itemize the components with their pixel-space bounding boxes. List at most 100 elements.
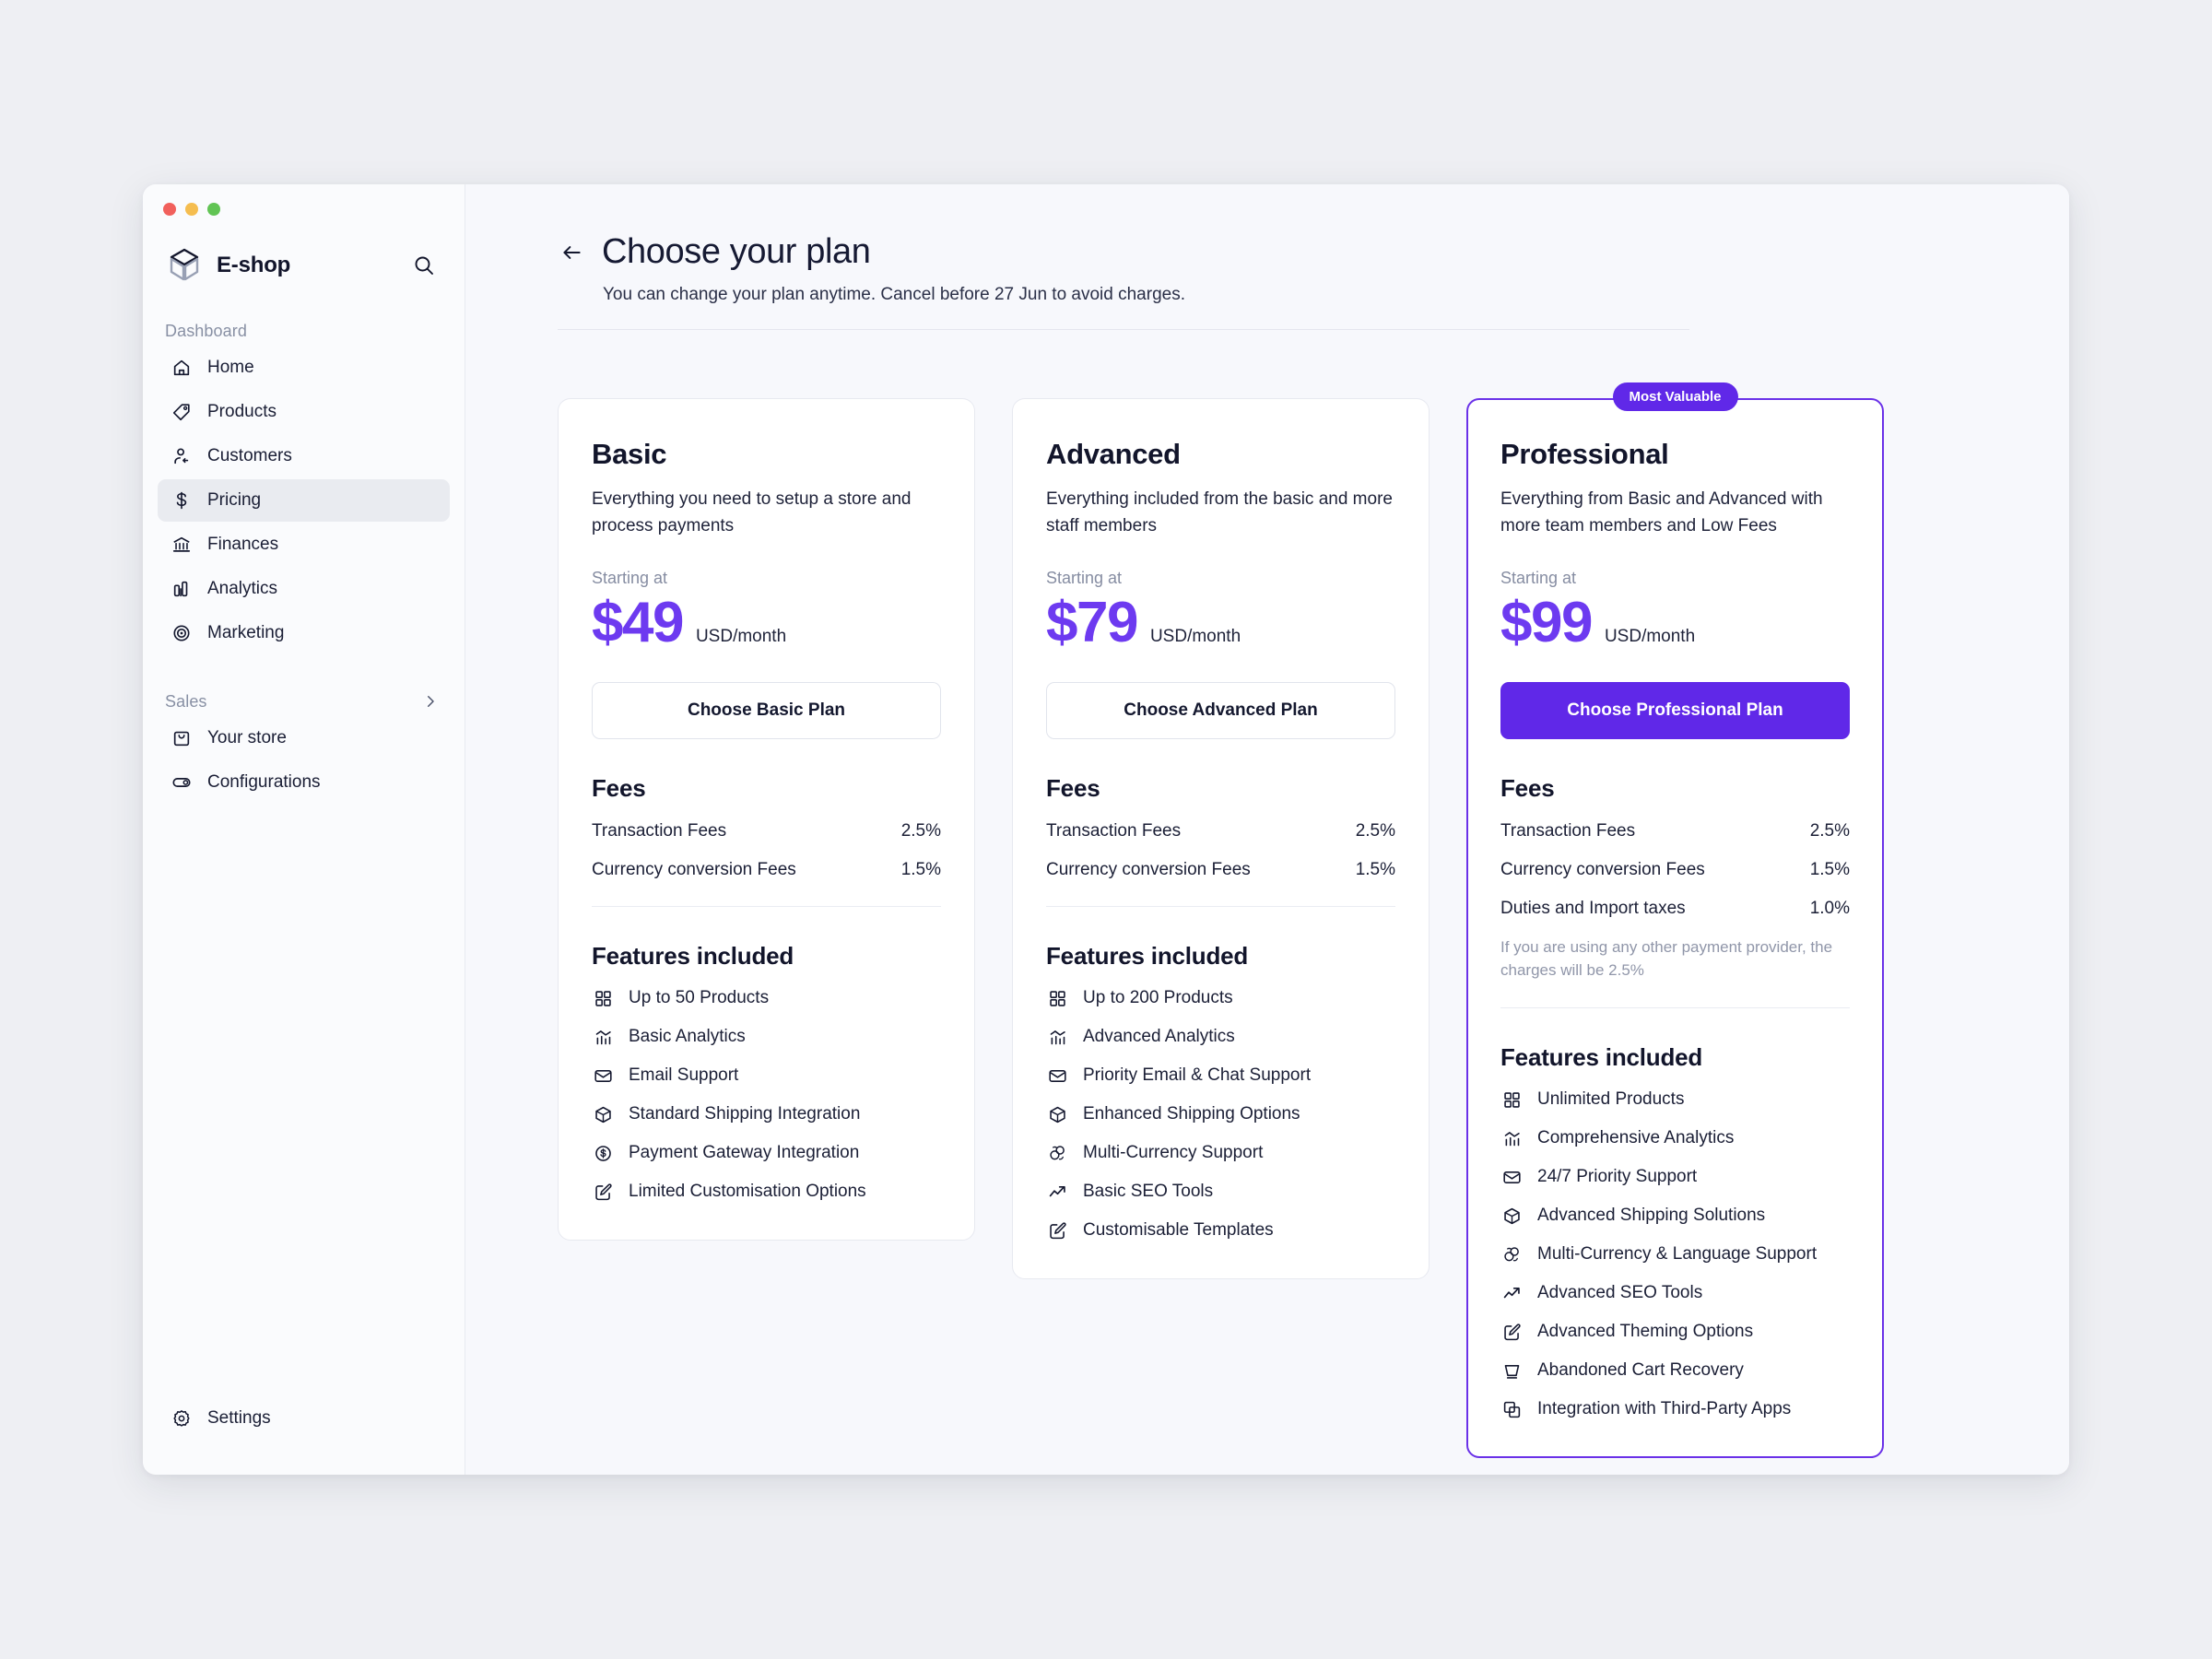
plan-card-professional[interactable]: Most Valuable Professional Everything fr… [1466,382,1884,1459]
sidebar-item-products[interactable]: Products [158,391,450,433]
grid-icon [1500,1088,1523,1111]
sidebar-item-settings[interactable]: Settings [158,1397,450,1440]
minimize-window-button[interactable] [185,203,198,216]
analytics-icon [1046,1026,1068,1048]
feature-item: Up to 50 Products [592,987,941,1009]
bank-icon [171,534,193,556]
fee-value: 2.5% [900,821,941,841]
users-icon [171,445,193,467]
chevron-right-icon[interactable] [420,691,441,712]
sidebar-nav-dashboard: Home Products Customers Pricing Finances… [143,347,465,654]
fee-row: Currency conversion Fees 1.5% [592,860,941,880]
mail-icon [592,1065,614,1087]
feature-label: Advanced Analytics [1083,1027,1235,1047]
choose-professional-plan-button[interactable]: Choose Professional Plan [1500,682,1850,740]
gear-icon [171,1407,193,1430]
feature-label: Up to 200 Products [1083,988,1233,1008]
fee-value: 1.5% [1355,860,1395,880]
sidebar: E-shop Dashboard Home Products Customers… [143,184,465,1475]
feature-item: Advanced SEO Tools [1500,1282,1850,1304]
features-list: Up to 50 Products Basic Analytics Email … [592,987,941,1203]
sidebar-item-marketing[interactable]: Marketing [158,612,450,654]
sidebar-item-finances[interactable]: Finances [158,524,450,566]
fee-value: 2.5% [1355,821,1395,841]
price-row: $79 USD/month [1046,591,1395,654]
fee-row: Duties and Import taxes 1.0% [1500,899,1850,919]
fee-label: Currency conversion Fees [592,860,796,880]
price-unit: USD/month [1604,627,1696,646]
window-traffic-lights [143,184,465,216]
fee-label: Duties and Import taxes [1500,899,1686,919]
feature-item: Integration with Third-Party Apps [1500,1398,1850,1420]
plan-card-basic[interactable]: Basic Everything you need to setup a sto… [558,398,975,1241]
feature-item: Multi-Currency Support [1046,1142,1395,1164]
close-window-button[interactable] [163,203,176,216]
feature-label: 24/7 Priority Support [1537,1167,1698,1187]
arrow-left-icon[interactable] [558,239,585,266]
feature-item: Basic SEO Tools [1046,1181,1395,1203]
feature-label: Priority Email & Chat Support [1083,1065,1312,1086]
edit-icon [592,1181,614,1203]
sidebar-footer: Settings [143,1397,465,1475]
starting-at-label: Starting at [1500,569,1577,587]
feature-item: Comprehensive Analytics [1500,1127,1850,1149]
fee-row: Currency conversion Fees 1.5% [1500,860,1850,880]
sidebar-item-configurations[interactable]: Configurations [158,761,450,804]
currency-icon [1500,1243,1523,1265]
choose-advanced-plan-button[interactable]: Choose Advanced Plan [1046,682,1395,740]
feature-label: Advanced SEO Tools [1537,1283,1703,1303]
shopping-bag-icon [171,727,193,749]
fee-row: Transaction Fees 2.5% [1500,821,1850,841]
sidebar-item-pricing[interactable]: Pricing [158,479,450,522]
box-icon [1500,1205,1523,1227]
sidebar-item-your-store[interactable]: Your store [158,717,450,759]
choose-basic-plan-button[interactable]: Choose Basic Plan [592,682,941,740]
fee-label: Transaction Fees [1046,821,1182,841]
page-title: Choose your plan [602,232,871,271]
features-title: Features included [1500,1043,1703,1072]
fee-value: 1.5% [1809,860,1850,880]
sidebar-item-customers[interactable]: Customers [158,435,450,477]
sidebar-nav-sales: Your store Configurations [143,717,465,804]
mail-icon [1500,1166,1523,1188]
plan-price: $49 [592,591,684,654]
cart-icon [1500,1359,1523,1382]
sidebar-item-label: Home [207,358,254,377]
features-title: Features included [1046,942,1249,971]
feature-item: Email Support [592,1065,941,1087]
feature-item: Basic Analytics [592,1026,941,1048]
sidebar-item-label: Products [207,402,276,421]
feature-item: Customisable Templates [1046,1219,1395,1241]
plan-card-advanced[interactable]: Advanced Everything included from the ba… [1012,398,1430,1280]
sidebar-item-label: Customers [207,446,292,465]
feature-label: Limited Customisation Options [629,1182,866,1202]
plan-name: Advanced [1046,438,1181,470]
feature-label: Payment Gateway Integration [629,1143,860,1163]
plan-name: Basic [592,438,667,470]
maximize-window-button[interactable] [207,203,220,216]
feature-label: Basic SEO Tools [1083,1182,1214,1202]
dollar-icon [171,489,193,512]
feature-label: Comprehensive Analytics [1537,1128,1735,1148]
fee-value: 2.5% [1809,821,1850,841]
feature-label: Customisable Templates [1083,1220,1274,1241]
plan-cards: Basic Everything you need to setup a sto… [558,382,2014,1459]
feature-item: Limited Customisation Options [592,1181,941,1203]
sidebar-item-label: Analytics [207,579,278,598]
feature-label: Advanced Shipping Solutions [1537,1206,1766,1226]
coin-icon [592,1142,614,1164]
sidebar-section-sales[interactable]: Sales [143,654,465,717]
feature-item: 24/7 Priority Support [1500,1166,1850,1188]
header-divider [558,329,1689,330]
sidebar-item-analytics[interactable]: Analytics [158,568,450,610]
sidebar-item-label: Configurations [207,772,321,792]
features-title: Features included [592,942,794,971]
sidebar-item-home[interactable]: Home [158,347,450,389]
search-icon[interactable] [409,251,439,280]
feature-item: Up to 200 Products [1046,987,1395,1009]
fee-label: Currency conversion Fees [1500,860,1705,880]
main-content: Choose your plan You can change your pla… [465,184,2069,1475]
feature-item: Advanced Analytics [1046,1026,1395,1048]
price-row: $99 USD/month [1500,591,1850,654]
